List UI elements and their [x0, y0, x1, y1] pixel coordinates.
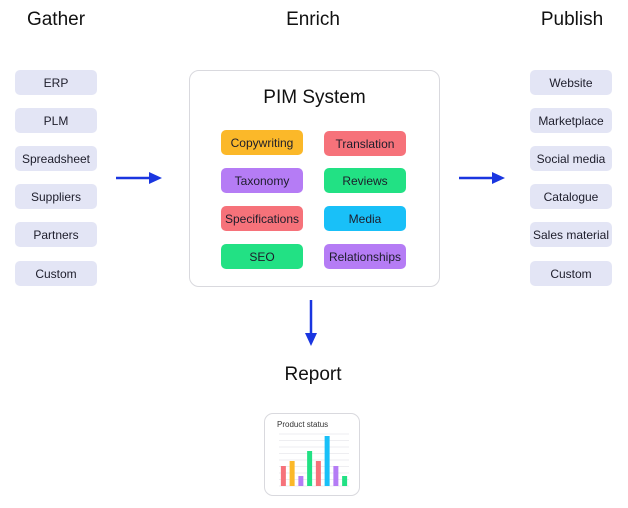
chart-bar	[315, 461, 321, 486]
arrow-right-icon	[116, 172, 162, 184]
arrow-right-icon	[459, 172, 505, 184]
tag-copywriting[interactable]: Copywriting	[221, 130, 303, 155]
enrich-heading: Enrich	[286, 9, 340, 30]
chart-bar	[298, 476, 304, 486]
pim-system-title: PIM System	[263, 87, 366, 108]
report-card[interactable]: Product status	[264, 413, 360, 496]
gather-item-plm[interactable]: PLM	[15, 108, 97, 133]
gather-heading: Gather	[26, 9, 86, 30]
chart-bar	[280, 466, 286, 486]
product-status-chart	[279, 433, 349, 487]
publish-item-catalogue[interactable]: Catalogue	[530, 184, 612, 209]
gather-item-custom[interactable]: Custom	[15, 261, 97, 286]
publish-item-social-media[interactable]: Social media	[530, 146, 612, 171]
gather-item-erp[interactable]: ERP	[15, 70, 97, 95]
tag-seo[interactable]: SEO	[221, 244, 303, 269]
publish-heading: Publish	[540, 9, 604, 30]
chart-bar	[342, 476, 348, 486]
report-heading: Report	[284, 364, 342, 385]
gather-item-partners[interactable]: Partners	[15, 222, 97, 247]
chart-bar	[333, 466, 339, 486]
tag-media[interactable]: Media	[324, 206, 406, 231]
tag-relationships[interactable]: Relationships	[324, 244, 406, 269]
gather-item-suppliers[interactable]: Suppliers	[15, 184, 97, 209]
tag-specifications[interactable]: Specifications	[221, 206, 303, 231]
arrow-down-icon	[305, 300, 317, 346]
chart-bar	[307, 451, 313, 486]
tag-translation[interactable]: Translation	[324, 131, 406, 156]
publish-item-marketplace[interactable]: Marketplace	[530, 108, 612, 133]
chart-bar	[324, 436, 330, 486]
tag-reviews[interactable]: Reviews	[324, 168, 406, 193]
pim-system-box: PIM System Copywriting Translation Taxon…	[189, 70, 440, 287]
publish-item-sales-material[interactable]: Sales material	[530, 222, 612, 247]
publish-item-website[interactable]: Website	[530, 70, 612, 95]
tag-taxonomy[interactable]: Taxonomy	[221, 168, 303, 193]
chart-bar	[289, 461, 295, 486]
publish-item-custom[interactable]: Custom	[530, 261, 612, 286]
gather-item-spreadsheet[interactable]: Spreadsheet	[15, 146, 97, 171]
